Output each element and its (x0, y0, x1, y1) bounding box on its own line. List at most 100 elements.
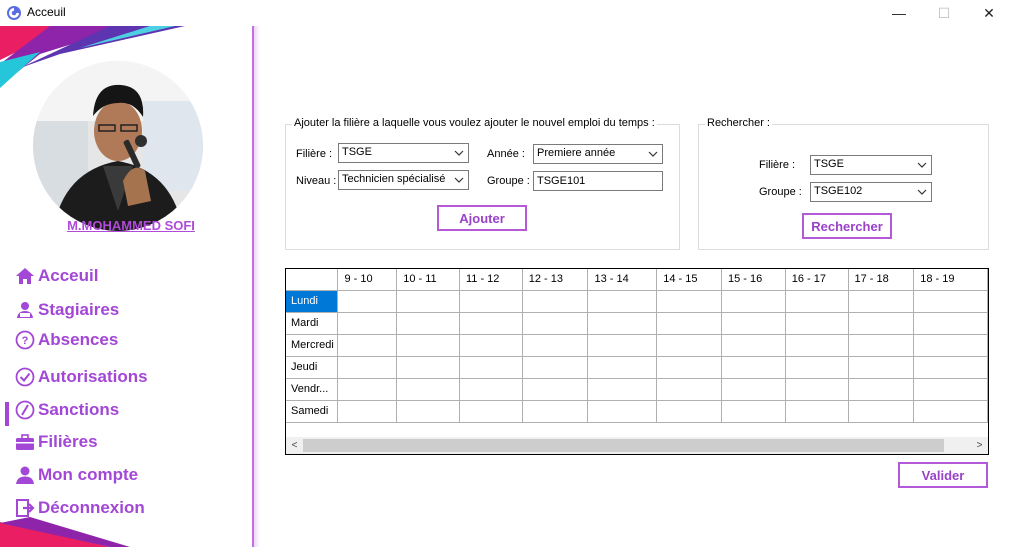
schedule-cell[interactable] (396, 334, 460, 357)
search-filiere-combobox[interactable]: TSGE (810, 155, 932, 175)
minimize-button[interactable]: — (876, 0, 922, 26)
schedule-cell[interactable] (587, 378, 658, 401)
schedule-cell[interactable] (337, 312, 398, 335)
valider-button[interactable]: Valider (898, 462, 988, 488)
schedule-cell[interactable] (522, 290, 589, 313)
schedule-cell[interactable] (656, 334, 722, 357)
rechercher-button[interactable]: Rechercher (802, 213, 892, 239)
schedule-cell[interactable] (913, 312, 988, 335)
schedule-cell[interactable] (848, 400, 915, 423)
groupe-textbox[interactable]: TSGE101 (533, 171, 663, 191)
schedule-cell[interactable] (656, 290, 722, 313)
schedule-cell[interactable] (587, 290, 658, 313)
schedule-cell[interactable] (721, 356, 786, 379)
schedule-cell[interactable] (459, 400, 523, 423)
schedule-cell[interactable] (785, 290, 849, 313)
schedule-cell[interactable] (785, 312, 849, 335)
horizontal-scrollbar[interactable]: < > (286, 437, 988, 454)
schedule-cell[interactable] (396, 290, 460, 313)
column-header[interactable]: 14 - 15 (656, 269, 722, 291)
scrollbar-thumb[interactable] (303, 439, 944, 452)
search-groupe-combobox[interactable]: TSGE102 (810, 182, 932, 202)
schedule-cell[interactable] (522, 356, 589, 379)
day-cell[interactable]: Lundi (286, 290, 339, 313)
schedule-cell[interactable] (721, 334, 786, 357)
close-button[interactable]: ✕ (966, 0, 1009, 26)
sidebar-item-absences[interactable]: ? Absences (14, 327, 118, 353)
schedule-cell[interactable] (721, 290, 786, 313)
schedule-cell[interactable] (337, 378, 398, 401)
schedule-cell[interactable] (913, 290, 988, 313)
schedule-cell[interactable] (721, 400, 786, 423)
column-header[interactable]: 15 - 16 (721, 269, 786, 291)
schedule-cell[interactable] (785, 378, 849, 401)
schedule-cell[interactable] (656, 378, 722, 401)
column-header[interactable]: 12 - 13 (522, 269, 589, 291)
annee-combobox[interactable]: Premiere année (533, 144, 663, 164)
day-cell[interactable]: Samedi (286, 400, 339, 423)
schedule-cell[interactable] (721, 378, 786, 401)
schedule-cell[interactable] (913, 378, 988, 401)
schedule-cell[interactable] (587, 334, 658, 357)
schedule-cell[interactable] (785, 356, 849, 379)
sidebar-item-filieres[interactable]: Filières (14, 429, 98, 455)
maximize-button[interactable]: ☐ (921, 0, 967, 26)
column-header[interactable]: 18 - 19 (913, 269, 988, 291)
schedule-cell[interactable] (337, 334, 398, 357)
schedule-cell[interactable] (587, 356, 658, 379)
schedule-cell[interactable] (522, 378, 589, 401)
column-header[interactable]: 13 - 14 (587, 269, 658, 291)
schedule-cell[interactable] (459, 312, 523, 335)
schedule-cell[interactable] (459, 334, 523, 357)
schedule-cell[interactable] (785, 400, 849, 423)
schedule-cell[interactable] (721, 312, 786, 335)
schedule-cell[interactable] (396, 378, 460, 401)
column-header[interactable]: 10 - 11 (396, 269, 460, 291)
schedule-cell[interactable] (913, 400, 988, 423)
schedule-cell[interactable] (848, 356, 915, 379)
schedule-cell[interactable] (337, 290, 398, 313)
schedule-cell[interactable] (913, 356, 988, 379)
niveau-combobox[interactable]: Technicien spécialisé (338, 170, 469, 190)
schedule-cell[interactable] (913, 334, 988, 357)
schedule-cell[interactable] (337, 400, 398, 423)
column-header[interactable]: 16 - 17 (785, 269, 849, 291)
day-cell[interactable]: Mardi (286, 312, 339, 335)
schedule-cell[interactable] (396, 312, 460, 335)
schedule-cell[interactable] (522, 400, 589, 423)
sidebar-item-deconnexion[interactable]: Déconnexion (14, 495, 145, 521)
column-header[interactable]: 17 - 18 (848, 269, 915, 291)
sidebar-item-mon-compte[interactable]: Mon compte (14, 462, 138, 488)
schedule-cell[interactable] (587, 400, 658, 423)
schedule-cell[interactable] (785, 334, 849, 357)
schedule-grid[interactable]: 9 - 10 10 - 11 11 - 12 12 - 13 13 - 14 1… (285, 268, 989, 455)
schedule-cell[interactable] (848, 290, 915, 313)
day-cell[interactable]: Jeudi (286, 356, 339, 379)
schedule-cell[interactable] (522, 312, 589, 335)
schedule-cell[interactable] (459, 356, 523, 379)
schedule-cell[interactable] (656, 400, 722, 423)
sidebar-item-sanctions[interactable]: Sanctions (14, 397, 119, 423)
schedule-cell[interactable] (848, 312, 915, 335)
filiere-combobox[interactable]: TSGE (338, 143, 469, 163)
scroll-left-button[interactable]: < (286, 437, 303, 454)
sidebar-item-autorisations[interactable]: Autorisations (14, 364, 148, 390)
day-cell[interactable]: Vendr... (286, 378, 339, 401)
schedule-cell[interactable] (848, 334, 915, 357)
sidebar-item-stagiaires[interactable]: Stagiaires (14, 297, 119, 323)
schedule-cell[interactable] (396, 356, 460, 379)
schedule-cell[interactable] (656, 312, 722, 335)
schedule-cell[interactable] (587, 312, 658, 335)
scroll-right-button[interactable]: > (971, 437, 988, 454)
schedule-cell[interactable] (459, 290, 523, 313)
sidebar-item-acceuil[interactable]: Acceuil (14, 263, 98, 289)
ajouter-button[interactable]: Ajouter (437, 205, 527, 231)
schedule-cell[interactable] (337, 356, 398, 379)
day-cell[interactable]: Mercredi (286, 334, 339, 357)
schedule-cell[interactable] (522, 334, 589, 357)
column-header[interactable]: 11 - 12 (459, 269, 523, 291)
schedule-cell[interactable] (459, 378, 523, 401)
schedule-cell[interactable] (396, 400, 460, 423)
column-header[interactable]: 9 - 10 (337, 269, 398, 291)
schedule-cell[interactable] (656, 356, 722, 379)
